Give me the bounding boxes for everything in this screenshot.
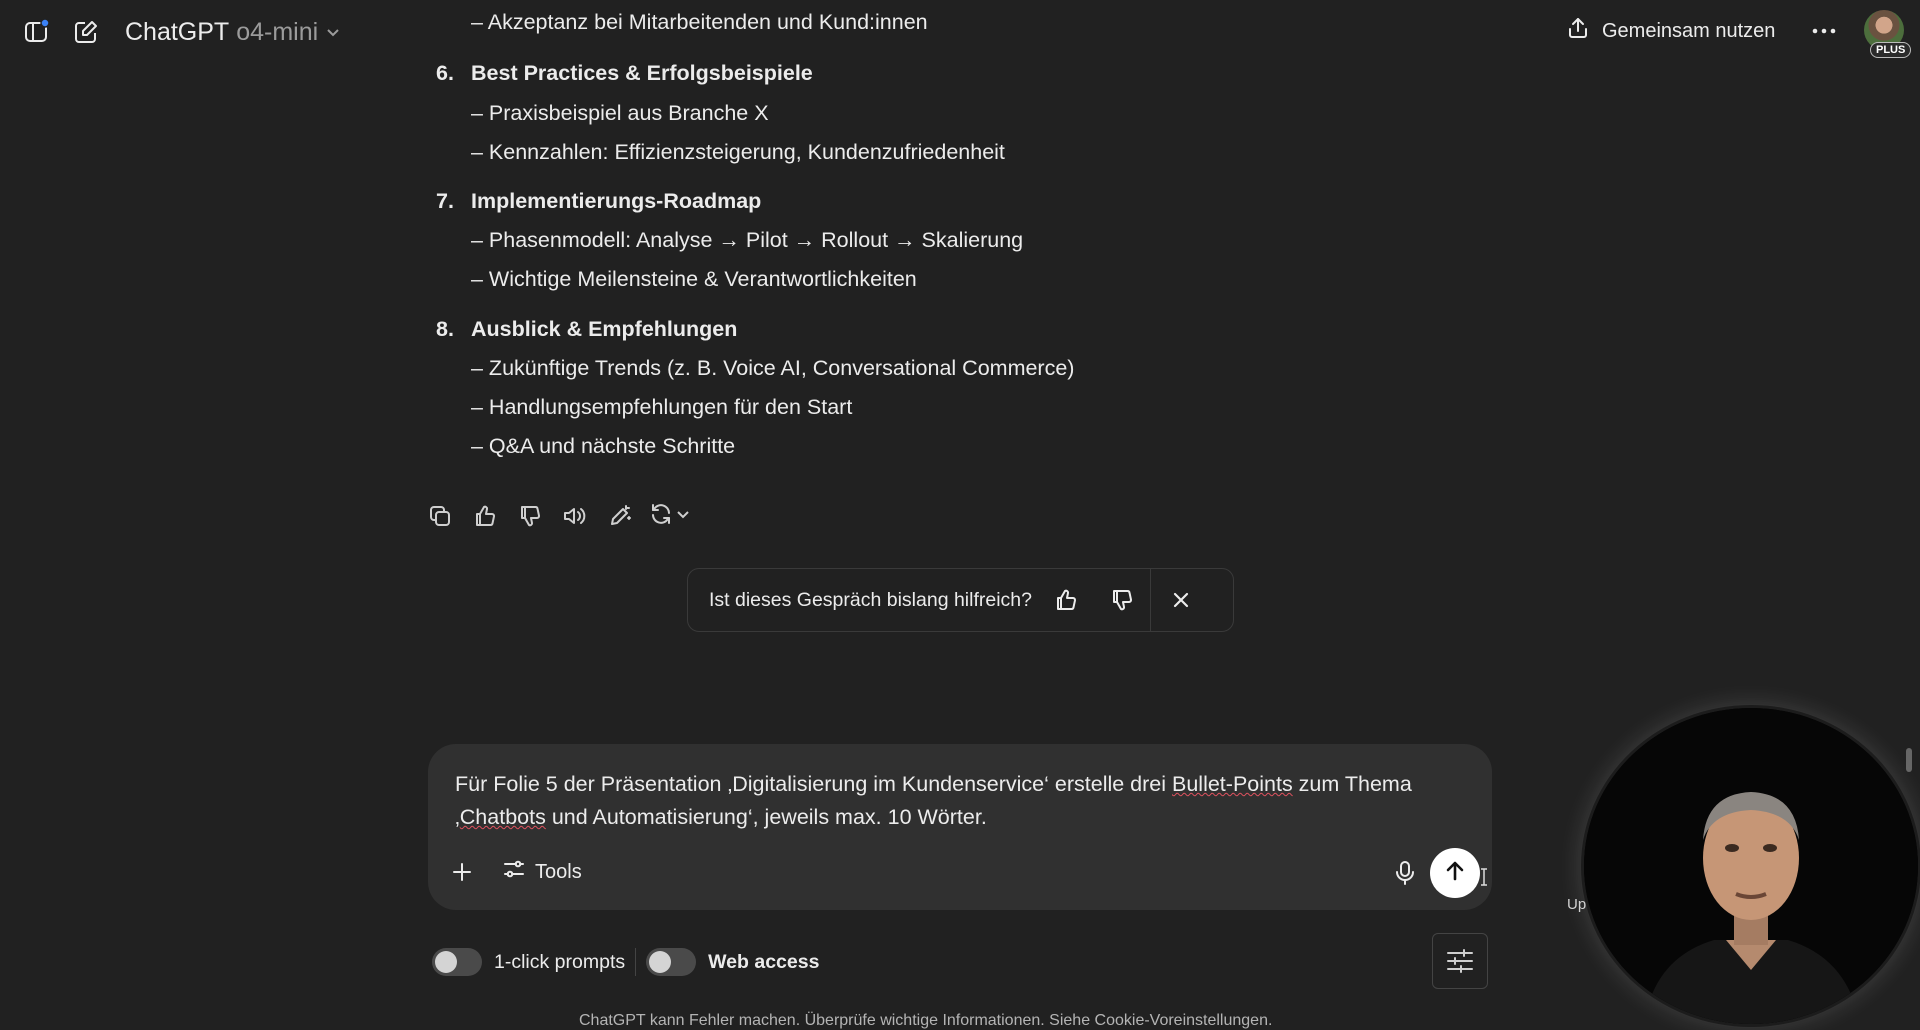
section-heading: 6. Best Practices & Erfolgsbeispiele bbox=[436, 61, 813, 86]
thumbs-down-icon[interactable] bbox=[1102, 580, 1142, 620]
bullet-line: – Praxisbeispiel aus Branche X bbox=[471, 101, 769, 125]
bullet-line: – Phasenmodell: Analyse → Pilot → Rollou… bbox=[471, 228, 1024, 252]
more-icon[interactable] bbox=[1806, 14, 1842, 48]
one-click-prompts-toggle[interactable] bbox=[432, 948, 482, 976]
thumbs-up-icon[interactable] bbox=[469, 501, 500, 532]
section-heading: 8. Ausblick & Empfehlungen bbox=[436, 317, 737, 342]
bullet-line: – Q&A und nächste Schritte bbox=[471, 434, 736, 458]
web-access-label: Web access bbox=[708, 950, 820, 973]
tools-icon bbox=[502, 857, 526, 887]
text-cursor-icon bbox=[1480, 868, 1488, 886]
scrollbar[interactable] bbox=[1906, 748, 1912, 772]
bullet-line: – Handlungsempfehlungen für den Start bbox=[471, 395, 853, 419]
section-number: 7. bbox=[436, 189, 454, 213]
feedback-question: Ist dieses Gespräch bislang hilfreich? bbox=[709, 588, 1032, 611]
prompt-text-misspelled: Bullet-Points bbox=[1172, 772, 1293, 796]
microphone-icon[interactable] bbox=[1386, 854, 1424, 892]
bullet-line: – Zukünftige Trends (z. B. Voice AI, Con… bbox=[471, 356, 1075, 380]
bullet-line: – Akzeptanz bei Mitarbeitenden und Kund:… bbox=[471, 10, 928, 34]
edit-icon[interactable] bbox=[604, 501, 635, 532]
section-number: 6. bbox=[436, 61, 454, 85]
arrow-up-icon bbox=[1443, 859, 1467, 888]
chevron-down-icon bbox=[675, 506, 691, 527]
model-variant: o4-mini bbox=[236, 17, 319, 46]
plan-badge: PLUS bbox=[1870, 42, 1912, 58]
model-selector[interactable]: ChatGPT o4-mini bbox=[125, 14, 341, 50]
share-button[interactable]: Gemeinsam nutzen bbox=[1566, 12, 1775, 50]
extension-toggles: 1-click prompts Web access bbox=[432, 944, 819, 980]
section-title: Best Practices & Erfolgsbeispiele bbox=[471, 61, 813, 85]
presenter-video bbox=[1584, 708, 1918, 1024]
chevron-down-icon bbox=[325, 18, 341, 47]
webcam-overlay bbox=[1584, 708, 1918, 1024]
thumbs-up-icon[interactable] bbox=[1046, 580, 1086, 620]
web-access-toggle[interactable] bbox=[646, 948, 697, 976]
prompt-text: und Automatisierung‘, jeweils max. 10 Wö… bbox=[545, 805, 987, 829]
thumbs-down-icon[interactable] bbox=[514, 501, 545, 532]
feedback-prompt: Ist dieses Gespräch bislang hilfreich? bbox=[687, 568, 1234, 632]
close-icon[interactable] bbox=[1161, 580, 1201, 620]
share-label: Gemeinsam nutzen bbox=[1602, 19, 1776, 42]
composer: Für Folie 5 der Präsentation ‚Digitalisi… bbox=[428, 744, 1492, 910]
copy-icon[interactable] bbox=[424, 501, 455, 532]
section-title: Ausblick & Empfehlungen bbox=[471, 317, 738, 341]
regenerate-icon bbox=[649, 502, 673, 531]
top-bar: ChatGPT o4-mini Gemeinsam nutzen PLUS bbox=[0, 0, 1920, 62]
bullet-line: – Wichtige Meilensteine & Verantwortlich… bbox=[471, 267, 917, 291]
share-icon bbox=[1566, 16, 1590, 46]
tools-button[interactable]: Tools bbox=[502, 854, 582, 890]
divider bbox=[635, 948, 637, 976]
read-aloud-icon[interactable] bbox=[559, 501, 590, 532]
bullet-line: – Kennzahlen: Effizienzsteigerung, Kunde… bbox=[471, 140, 1005, 164]
sidebar-toggle-icon[interactable] bbox=[20, 16, 52, 48]
prompt-input[interactable]: Für Folie 5 der Präsentation ‚Digitalisi… bbox=[455, 768, 1465, 834]
send-button[interactable] bbox=[1430, 848, 1480, 898]
model-name: ChatGPT bbox=[125, 17, 230, 46]
section-number: 8. bbox=[436, 317, 454, 341]
one-click-prompts-label: 1-click prompts bbox=[494, 950, 626, 973]
prompt-text-misspelled: Chatbots bbox=[459, 805, 546, 829]
add-attachment-icon[interactable] bbox=[444, 854, 480, 890]
divider bbox=[1150, 569, 1151, 631]
section-title: Implementierungs-Roadmap bbox=[471, 189, 762, 213]
prompt-text: Für Folie 5 der Präsentation ‚Digitalisi… bbox=[455, 772, 1172, 796]
regenerate-button[interactable] bbox=[649, 502, 691, 531]
disclaimer-footer: ChatGPT kann Fehler machen. Überprüfe wi… bbox=[579, 1012, 1273, 1029]
section-heading: 7. Implementierungs-Roadmap bbox=[436, 189, 761, 214]
tools-label: Tools bbox=[535, 860, 582, 883]
message-actions bbox=[424, 498, 691, 534]
sliders-icon[interactable] bbox=[1432, 933, 1488, 989]
new-chat-icon[interactable] bbox=[70, 16, 102, 48]
